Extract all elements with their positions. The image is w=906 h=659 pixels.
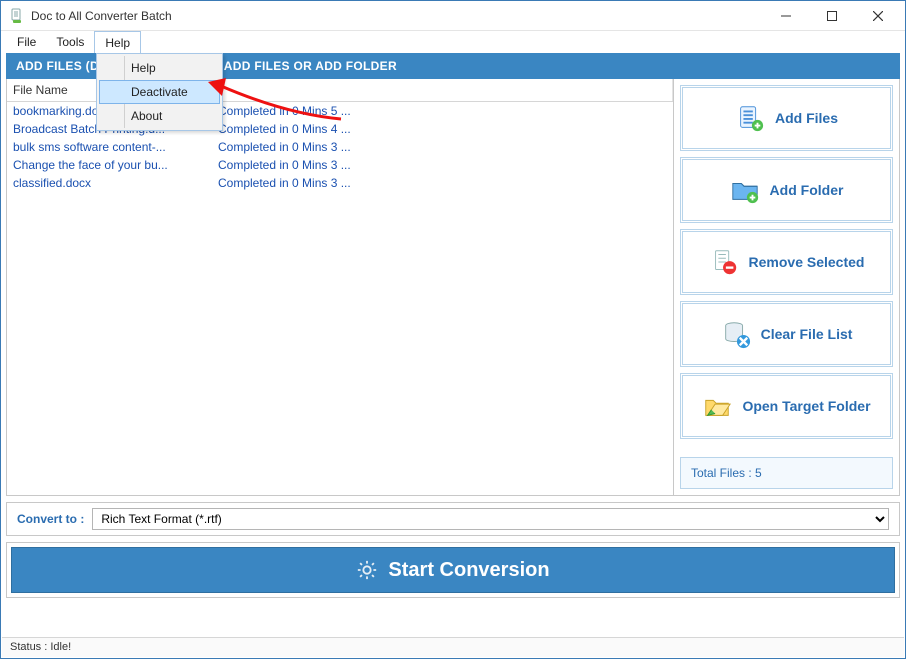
cell-status: Completed in 0 Mins 5 ... (212, 102, 673, 120)
cell-status: Completed in 0 Mins 3 ... (212, 174, 673, 192)
add-folder-icon (730, 175, 760, 205)
open-target-button[interactable]: Open Target Folder (680, 373, 893, 439)
cell-file-name: classified.docx (7, 174, 212, 192)
cell-status: Completed in 0 Mins 3 ... (212, 138, 673, 156)
clear-list-label: Clear File List (761, 326, 853, 342)
table-row[interactable]: classified.docxCompleted in 0 Mins 3 ... (7, 174, 673, 192)
clear-list-icon (721, 319, 751, 349)
grid-body[interactable]: bookmarking.docxCompleted in 0 Mins 5 ..… (7, 102, 673, 495)
cell-file-name: bulk sms software content-... (7, 138, 212, 156)
side-panel: Add Files Add Folder Remove Selected Cle… (674, 79, 899, 495)
convert-to-select[interactable]: Rich Text Format (*.rtf) (92, 508, 889, 530)
table-row[interactable]: bulk sms software content-...Completed i… (7, 138, 673, 156)
status-bar: Status : Idle! (2, 637, 904, 657)
gear-icon (356, 559, 378, 581)
minimize-button[interactable] (763, 1, 809, 31)
help-menu-about[interactable]: About (99, 104, 220, 128)
start-row: Start Conversion (6, 542, 900, 598)
help-dropdown: Help Deactivate About (96, 53, 223, 131)
start-conversion-label: Start Conversion (388, 559, 549, 582)
maximize-button[interactable] (809, 1, 855, 31)
add-files-button[interactable]: Add Files (680, 85, 893, 151)
title-bar: Doc to All Converter Batch (1, 1, 905, 31)
help-menu-help[interactable]: Help (99, 56, 220, 80)
app-icon (9, 8, 25, 24)
clear-list-button[interactable]: Clear File List (680, 301, 893, 367)
file-grid: File Name bookmarking.docxCompleted in 0… (7, 79, 674, 495)
open-target-label: Open Target Folder (742, 398, 870, 414)
add-files-label: Add Files (775, 110, 838, 126)
total-files-label: Total Files : (691, 466, 755, 480)
convert-to-label: Convert to : (17, 512, 84, 526)
cell-status: Completed in 0 Mins 4 ... (212, 120, 673, 138)
remove-selected-button[interactable]: Remove Selected (680, 229, 893, 295)
menu-tools[interactable]: Tools (46, 31, 94, 53)
remove-selected-label: Remove Selected (749, 254, 865, 270)
convert-row: Convert to : Rich Text Format (*.rtf) (6, 502, 900, 536)
add-folder-button[interactable]: Add Folder (680, 157, 893, 223)
menu-file[interactable]: File (7, 31, 46, 53)
menu-help[interactable]: Help (94, 31, 141, 53)
cell-file-name: Change the face of your bu... (7, 156, 212, 174)
table-row[interactable]: Change the face of your bu...Completed i… (7, 156, 673, 174)
cell-status: Completed in 0 Mins 3 ... (212, 156, 673, 174)
content-area: File Name bookmarking.docxCompleted in 0… (6, 79, 900, 496)
help-menu-deactivate[interactable]: Deactivate (99, 80, 220, 104)
remove-selected-icon (709, 247, 739, 277)
close-button[interactable] (855, 1, 901, 31)
add-files-icon (735, 103, 765, 133)
column-status[interactable] (212, 79, 673, 101)
open-target-icon (702, 391, 732, 421)
total-files-value: 5 (755, 466, 762, 480)
start-conversion-button[interactable]: Start Conversion (11, 547, 895, 593)
window-title: Doc to All Converter Batch (31, 9, 763, 23)
menu-bar: File Tools Help (1, 31, 905, 53)
add-folder-label: Add Folder (770, 182, 844, 198)
total-files-box: Total Files : 5 (680, 457, 893, 489)
